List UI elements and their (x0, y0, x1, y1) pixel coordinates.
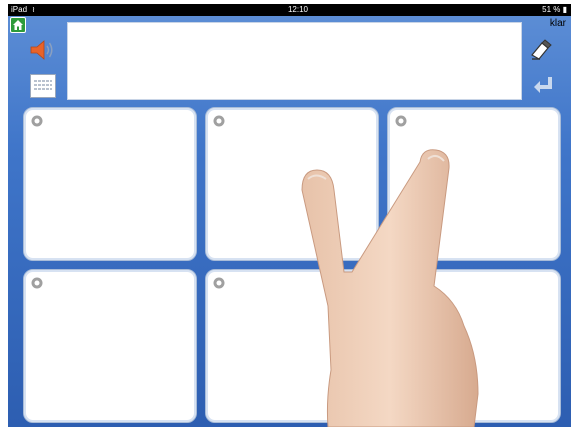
app-screen: iPad ≀ 12:10 51 % ▮ klar (8, 4, 571, 427)
device-frame: iPad ≀ 12:10 51 % ▮ klar (0, 0, 573, 429)
two-finger-gesture-hand (301, 149, 479, 427)
